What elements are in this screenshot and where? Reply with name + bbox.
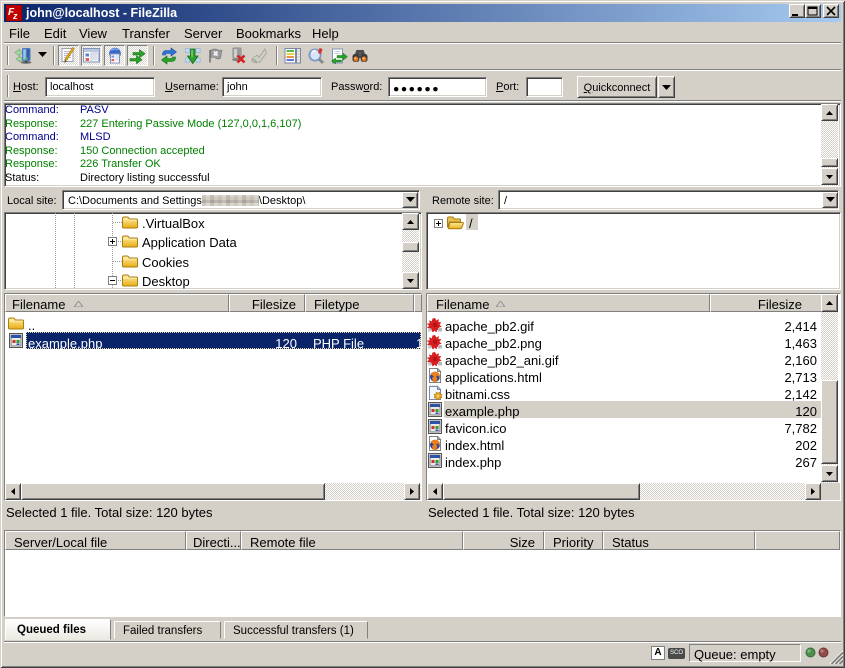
svg-text:z: z xyxy=(12,11,18,21)
